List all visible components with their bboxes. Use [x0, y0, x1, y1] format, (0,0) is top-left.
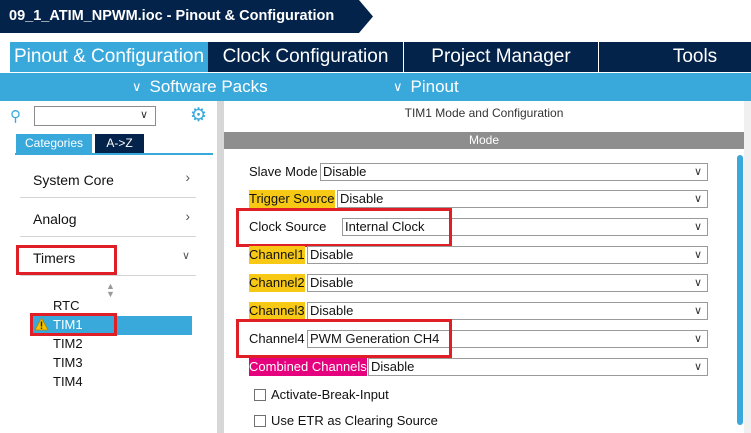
chevron-down-icon: ∨ [693, 221, 702, 233]
window-title: 09_1_ATIM_NPWM.ioc - Pinout & Configurat… [9, 8, 335, 24]
timer-item-tim4[interactable]: TIM4 [53, 374, 83, 389]
chevron-down-icon: ∨ [693, 361, 702, 373]
category-analog[interactable]: Analog › [20, 202, 196, 237]
timer-item-rtc[interactable]: RTC [53, 298, 79, 313]
chevron-down-icon: ∨ [693, 333, 702, 345]
mode-configuration-panel [224, 101, 751, 433]
section-header-mode: Mode [224, 132, 744, 149]
select-value: Disable [310, 247, 354, 262]
sort-icon[interactable]: ▲ ▼ [106, 282, 115, 299]
tab-tools[interactable]: Tools [598, 42, 751, 72]
search-input[interactable] [34, 106, 156, 126]
chevron-down-icon: ∨ [693, 249, 702, 261]
category-label: Analog [33, 211, 77, 227]
tab-pinout[interactable]: ∨ Pinout [393, 73, 459, 101]
checkbox-label: Use ETR as Clearing Source [271, 413, 438, 428]
chevron-down-icon: ∨ [693, 305, 702, 317]
tab-categories[interactable]: Categories [16, 134, 92, 153]
tab-pinout-configuration[interactable]: Pinout & Configuration [10, 42, 208, 72]
select-value: Disable [310, 275, 354, 290]
tab-clock-configuration[interactable]: Clock Configuration [208, 42, 403, 72]
checkbox-activate-break-input[interactable] [254, 389, 266, 401]
chevron-down-icon: ∨ [132, 79, 142, 94]
category-label: System Core [33, 172, 114, 188]
scrollbar-track[interactable] [744, 101, 751, 433]
chevron-right-icon: › [185, 169, 190, 185]
select-value: Disable [340, 191, 384, 206]
search-icon: ⚲ [10, 108, 21, 125]
chevron-down-icon: ∨ [693, 166, 702, 178]
timer-item-tim3[interactable]: TIM3 [53, 355, 83, 370]
select-combined-channels[interactable]: Disable ∨ [368, 358, 708, 376]
chevron-down-icon: ∨ [181, 250, 190, 262]
tab-underline [15, 153, 213, 155]
panel-title: TIM1 Mode and Configuration [404, 106, 564, 120]
select-value: Disable [371, 359, 415, 374]
timer-item-tim2[interactable]: TIM2 [53, 336, 83, 351]
select-value: Disable [323, 164, 367, 179]
select-trigger-source[interactable]: Disable ∨ [337, 190, 708, 208]
annotation-box-timers [16, 245, 117, 275]
select-channel3[interactable]: Disable ∨ [307, 302, 708, 320]
sub-tab-bar [0, 73, 751, 101]
field-label-channel3: Channel3 [249, 302, 305, 320]
chevron-down-icon: ∨ [393, 79, 403, 94]
select-slave-mode[interactable]: Disable ∨ [320, 163, 708, 181]
tab-software-packs[interactable]: ∨ Software Packs [132, 73, 268, 101]
chevron-down-icon[interactable]: ∨ [140, 108, 148, 121]
chevron-right-icon: › [185, 208, 190, 224]
annotation-box-tim1 [30, 313, 117, 336]
tab-a-z[interactable]: A->Z [95, 134, 144, 153]
chevron-down-icon: ∨ [693, 277, 702, 289]
scrollbar-thumb[interactable] [737, 155, 743, 425]
select-channel2[interactable]: Disable ∨ [307, 274, 708, 292]
field-label-trigger-source: Trigger Source [249, 190, 335, 208]
panel-divider[interactable] [217, 101, 224, 433]
checkbox-use-etr-clearing-source[interactable] [254, 415, 266, 427]
field-label-slave-mode: Slave Mode [249, 164, 318, 179]
checkbox-label: Activate-Break-Input [271, 387, 389, 402]
select-channel1[interactable]: Disable ∨ [307, 246, 708, 264]
field-label-channel1: Channel1 [249, 246, 305, 264]
tab-software-packs-label: Software Packs [149, 77, 268, 96]
select-value: Disable [310, 303, 354, 318]
field-label-channel2: Channel2 [249, 274, 305, 292]
breadcrumb-arrow-icon [352, 0, 373, 33]
chevron-down-icon: ∨ [693, 193, 702, 205]
tab-pinout-label: Pinout [410, 77, 459, 96]
field-label-combined-channels: Combined Channels [249, 358, 367, 376]
annotation-box-clock-source [236, 208, 452, 247]
gear-icon[interactable]: ⚙ [190, 104, 207, 127]
tab-project-manager[interactable]: Project Manager [403, 42, 598, 72]
annotation-box-channel4 [236, 319, 452, 358]
category-system-core[interactable]: System Core › [20, 163, 196, 198]
